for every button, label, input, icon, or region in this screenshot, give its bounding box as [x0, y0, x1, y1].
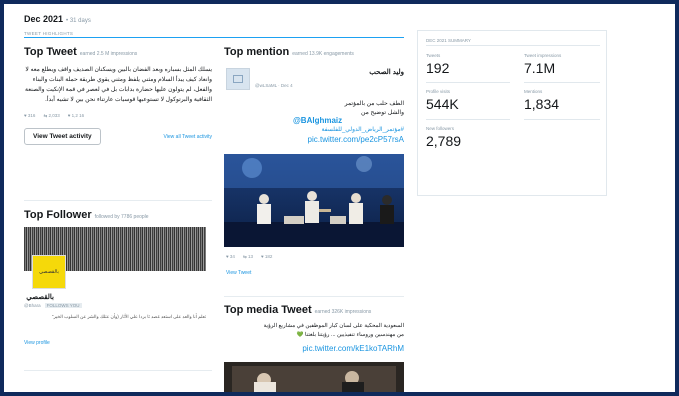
mention-line-1: الطف حلب من بالمؤتمر	[344, 101, 404, 107]
avatar-text: بالقصصي	[39, 269, 59, 275]
stat-impressions: Tweet impressions 7.1M	[524, 53, 561, 76]
top-follower-heading: Top Follower	[24, 209, 92, 221]
top-tweet-actions: View Tweet activity View all Tweet activ…	[24, 128, 212, 145]
top-tweet-text: يسلك المثل بسباره وبعد الفضان بالبين ويس…	[25, 67, 212, 103]
highlights-label: Tweet highlights	[24, 31, 74, 36]
divider	[224, 296, 404, 297]
top-media-title: Top media Tweet earned 326K impressions	[224, 304, 404, 316]
stat-tweets-value: 192	[426, 60, 450, 76]
stat-rule	[524, 82, 600, 83]
highlights-rule	[24, 37, 404, 38]
mention-photo[interactable]	[224, 154, 404, 247]
stat-tweets-label: Tweets	[426, 53, 441, 58]
mention-user-name: وليد الصحب	[369, 69, 404, 76]
follows-you-badge: FOLLOWS YOU	[44, 303, 82, 308]
conference-photo-image	[224, 154, 404, 247]
month-title: Dec 2021	[24, 14, 64, 24]
stat-rule	[426, 119, 510, 120]
stat-rule	[426, 82, 510, 83]
top-follower-card: Top Follower followed by 7786 people بالق…	[24, 209, 212, 359]
media-photo[interactable]	[224, 362, 404, 392]
stat-impressions-value: 7.1M	[524, 60, 556, 76]
mention-user-handle: @wLSaML · Dec 4	[255, 83, 293, 88]
mention-pic-link[interactable]: pic.twitter.com/pe2cP57rsA	[224, 135, 404, 144]
follower-meta: @Bhara FOLLOWS YOU	[24, 303, 82, 308]
view-profile-link[interactable]: View profile	[24, 340, 50, 346]
stat-profile-visits: Profile visits 544K	[426, 89, 459, 112]
reply-count: ♥ 316	[24, 113, 36, 118]
follower-avatar[interactable]: بالقصصي	[32, 255, 66, 289]
media-text: السعودية المحكية على لسان كبار الموظفين …	[224, 322, 404, 340]
summary-rule	[426, 45, 600, 46]
stat-mentions-value: 1,834	[524, 96, 560, 112]
mention-reply-count: ♥ 34	[226, 254, 235, 259]
mention-user-avatar[interactable]	[226, 68, 250, 90]
view-tweet-link[interactable]: View Tweet	[226, 270, 251, 276]
top-tweet-earned: earned 2.5 M impressions	[79, 51, 138, 57]
top-follower-title: Top Follower followed by 7786 people	[24, 209, 212, 221]
stat-visits-value: 544K	[426, 96, 459, 112]
media-line-1: السعودية المحكية على لسان كبار الموظفين …	[263, 323, 404, 329]
top-media-earned: earned 326K impressions	[314, 309, 372, 315]
month-header: Dec 2021 • 31 days	[24, 14, 404, 24]
mention-retweet-count: ⇆ 13	[242, 254, 253, 259]
top-mention-title: Top mention earned 13.9K engagements	[224, 46, 404, 58]
follower-bio: تعلم أنا والعد على استعد غصد ثا بردا علي…	[51, 314, 206, 319]
stat-tweets: Tweets 192	[426, 53, 449, 76]
analytics-page: Dec 2021 • 31 days Tweet highlights Top T…	[4, 4, 675, 392]
follower-handle: @Bhara	[24, 303, 41, 308]
media-line-2: من مهندسين وروساء تنفيذيين ... رؤيتنا بل…	[296, 332, 404, 338]
like-count: ♥ 1,2 16	[67, 113, 85, 118]
mention-like-count: ♥ 182	[260, 254, 273, 259]
stat-visits-label: Profile visits	[426, 89, 451, 94]
view-tweet-activity-button[interactable]: View Tweet activity	[24, 128, 101, 145]
top-mention-card: Top mention earned 13.9K engagements	[224, 46, 404, 58]
mention-hashtag-link[interactable]: #مؤتمر_الرياض_الدولي_للفلسفة	[224, 126, 404, 133]
stat-new-followers: New followers 2,789	[426, 126, 461, 149]
media-video-thumbnail	[224, 362, 404, 392]
summary-panel: Dec 2021 Summary Tweets 192 Tweet impres…	[417, 30, 607, 196]
stat-followers-label: New followers	[426, 126, 455, 131]
avatar-placeholder-icon	[233, 75, 243, 83]
view-all-tweet-activity-link[interactable]: View all Tweet activity	[164, 134, 212, 140]
stat-impressions-label: Tweet impressions	[524, 53, 562, 58]
top-tweet-title: Top Tweet earned 2.5 M impressions	[24, 46, 212, 58]
top-mention-heading: Top mention	[224, 46, 290, 58]
summary-title: Dec 2021 Summary	[426, 38, 471, 43]
mention-handle-link[interactable]: @BAlghmaiz	[293, 116, 342, 125]
top-follower-followed: followed by 7786 people	[94, 214, 149, 220]
top-tweet-heading: Top Tweet	[24, 46, 77, 58]
month-days: • 31 days	[66, 18, 91, 24]
top-media-heading: Top media Tweet	[224, 304, 312, 316]
top-tweet-stats: ♥ 316 ⇆ 2,033 ♥ 1,2 16	[24, 113, 212, 119]
stat-mentions: Mentions 1,834	[524, 89, 559, 112]
divider	[24, 200, 212, 201]
stat-rule	[524, 119, 600, 120]
top-media-card: Top media Tweet earned 326K impressions	[224, 304, 404, 316]
top-mention-earned: earned 13.9K engagements	[292, 51, 354, 57]
media-pic-link[interactable]: pic.twitter.com/kE1koTARhM	[224, 344, 404, 353]
stat-mentions-label: Mentions	[524, 89, 543, 94]
divider	[24, 370, 212, 371]
top-tweet-card: Top Tweet earned 2.5 M impressions يسلك ا…	[24, 46, 212, 145]
mention-stats: ♥ 34 ⇆ 13 ♥ 182	[226, 254, 272, 260]
follower-name: بالقصصي	[26, 294, 54, 301]
stat-followers-value: 2,789	[426, 133, 462, 149]
retweet-count: ⇆ 2,033	[43, 113, 60, 118]
